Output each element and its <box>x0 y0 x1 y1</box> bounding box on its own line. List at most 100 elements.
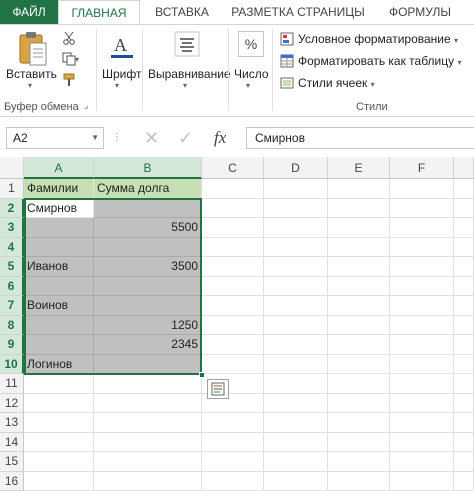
row-header-14[interactable]: 14 <box>0 433 24 453</box>
cell-c8[interactable] <box>202 316 264 336</box>
cell-g3[interactable] <box>454 218 474 238</box>
cell-e15[interactable] <box>328 452 390 472</box>
cell-e10[interactable] <box>328 355 390 375</box>
cell-g5[interactable] <box>454 257 474 277</box>
tab-page-layout[interactable]: РАЗМЕТКА СТРАНИЦЫ <box>224 0 372 24</box>
cell-a11[interactable] <box>24 374 94 394</box>
cell-g1[interactable] <box>454 179 474 199</box>
cell-b11[interactable] <box>94 374 202 394</box>
row-header-8[interactable]: 8 <box>0 316 24 336</box>
copy-icon[interactable] <box>62 52 76 66</box>
cell-e11[interactable] <box>328 374 390 394</box>
paste-button[interactable]: Вставить <box>6 67 57 81</box>
column-header-a[interactable]: A <box>24 157 94 179</box>
cell-d9[interactable] <box>264 335 328 355</box>
cell-d4[interactable] <box>264 238 328 258</box>
cell-a1[interactable]: Фамилии <box>24 179 94 199</box>
cell-styles-button[interactable]: Стили ячеек ▾ <box>298 74 375 92</box>
cell-b7[interactable] <box>94 296 202 316</box>
cell-b2[interactable] <box>94 199 202 219</box>
formula-input[interactable]: Смирнов <box>246 127 474 149</box>
cell-d14[interactable] <box>264 433 328 453</box>
column-header-b[interactable]: B <box>94 157 202 179</box>
cell-a5[interactable]: Иванов <box>24 257 94 277</box>
cell-e8[interactable] <box>328 316 390 336</box>
cell-g6[interactable] <box>454 277 474 297</box>
cell-g7[interactable] <box>454 296 474 316</box>
cell-a12[interactable] <box>24 394 94 414</box>
cell-f6[interactable] <box>390 277 454 297</box>
cell-b1[interactable]: Сумма долга <box>94 179 202 199</box>
cell-a14[interactable] <box>24 433 94 453</box>
cell-a10[interactable]: Логинов <box>24 355 94 375</box>
cell-c2[interactable] <box>202 199 264 219</box>
font-dropdown-icon[interactable]: ▾ <box>115 81 119 90</box>
paste-icon[interactable] <box>16 29 50 69</box>
column-header-f[interactable]: F <box>390 157 454 179</box>
cell-g12[interactable] <box>454 394 474 414</box>
cell-d1[interactable] <box>264 179 328 199</box>
conditional-format-button[interactable]: Условное форматирование ▾ <box>298 30 458 48</box>
alignment-icon[interactable] <box>174 31 200 57</box>
row-header-4[interactable]: 4 <box>0 238 24 258</box>
cell-b14[interactable] <box>94 433 202 453</box>
cell-g2[interactable] <box>454 199 474 219</box>
cell-f8[interactable] <box>390 316 454 336</box>
cell-g13[interactable] <box>454 413 474 433</box>
cell-d7[interactable] <box>264 296 328 316</box>
cell-b6[interactable] <box>94 277 202 297</box>
row-header-12[interactable]: 12 <box>0 394 24 414</box>
cell-c3[interactable] <box>202 218 264 238</box>
number-icon[interactable]: % <box>238 31 264 57</box>
cell-c5[interactable] <box>202 257 264 277</box>
column-header-c[interactable]: C <box>202 157 264 179</box>
row-header-11[interactable]: 11 <box>0 374 24 394</box>
fill-handle[interactable] <box>199 372 205 378</box>
cell-a4[interactable] <box>24 238 94 258</box>
cell-c16[interactable] <box>202 472 264 491</box>
cell-b5[interactable]: 3500 <box>94 257 202 277</box>
cell-a15[interactable] <box>24 452 94 472</box>
cell-b13[interactable] <box>94 413 202 433</box>
cell-g15[interactable] <box>454 452 474 472</box>
cell-e13[interactable] <box>328 413 390 433</box>
cell-f10[interactable] <box>390 355 454 375</box>
cell-b4[interactable] <box>94 238 202 258</box>
cell-a3[interactable] <box>24 218 94 238</box>
cell-d3[interactable] <box>264 218 328 238</box>
clipboard-launcher-icon[interactable]: ⌟ <box>84 100 88 111</box>
row-header-2[interactable]: 2 <box>0 199 24 219</box>
cell-c4[interactable] <box>202 238 264 258</box>
format-painter-icon[interactable] <box>62 73 76 87</box>
name-box[interactable]: A2 ▼ <box>6 127 104 149</box>
tab-file[interactable]: ФАЙЛ <box>0 0 58 24</box>
cell-e1[interactable] <box>328 179 390 199</box>
column-header-d[interactable]: D <box>264 157 328 179</box>
insert-function-icon[interactable]: fx <box>214 127 226 149</box>
cell-e5[interactable] <box>328 257 390 277</box>
cell-b16[interactable] <box>94 472 202 491</box>
cell-d5[interactable] <box>264 257 328 277</box>
cell-f11[interactable] <box>390 374 454 394</box>
cell-d13[interactable] <box>264 413 328 433</box>
cell-g10[interactable] <box>454 355 474 375</box>
cell-styles-icon[interactable] <box>280 76 294 90</box>
cell-c13[interactable] <box>202 413 264 433</box>
format-table-icon[interactable] <box>280 54 294 68</box>
number-button[interactable]: Число <box>234 67 269 81</box>
cell-d10[interactable] <box>264 355 328 375</box>
column-header-e[interactable]: E <box>328 157 390 179</box>
cell-g4[interactable] <box>454 238 474 258</box>
cell-b10[interactable] <box>94 355 202 375</box>
format-table-button[interactable]: Форматировать как таблицу ▾ <box>298 52 462 70</box>
cell-e3[interactable] <box>328 218 390 238</box>
cell-e12[interactable] <box>328 394 390 414</box>
paste-dropdown-icon[interactable]: ▾ <box>28 81 32 90</box>
cancel-icon[interactable]: ✕ <box>144 127 159 149</box>
font-button[interactable]: Шрифт <box>102 67 141 81</box>
row-header-16[interactable]: 16 <box>0 472 24 491</box>
row-header-6[interactable]: 6 <box>0 277 24 297</box>
cell-g16[interactable] <box>454 472 474 491</box>
row-header-15[interactable]: 15 <box>0 452 24 472</box>
cell-f15[interactable] <box>390 452 454 472</box>
